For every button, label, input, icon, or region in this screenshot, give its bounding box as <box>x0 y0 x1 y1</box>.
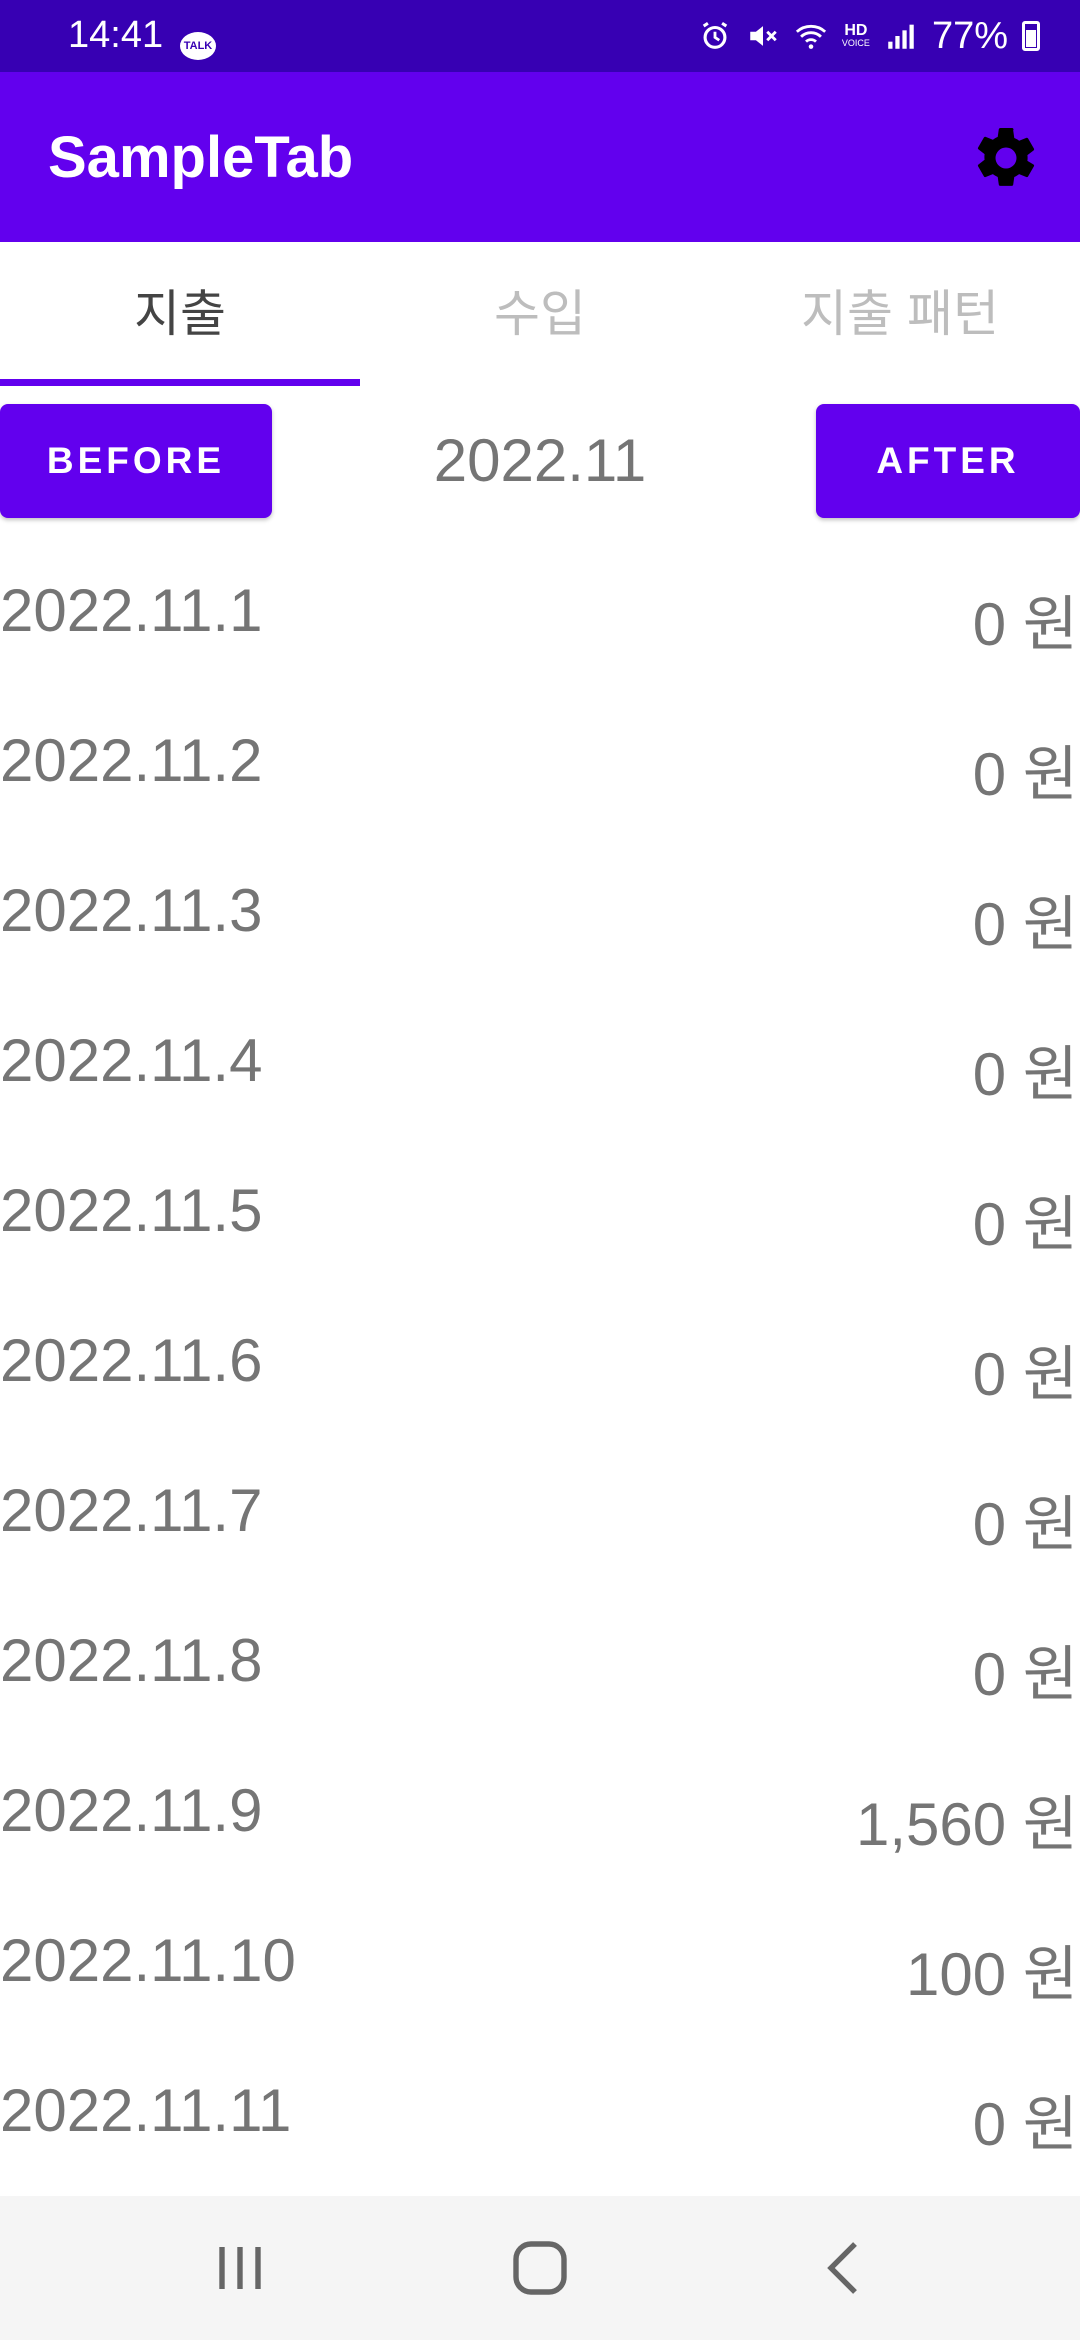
entry-amount: 0 원 <box>972 741 1078 808</box>
status-icons: HD VOICE 77% <box>698 14 1040 58</box>
recent-apps-icon[interactable] <box>204 2232 276 2304</box>
entry-amount: 0 원 <box>972 1041 1078 1108</box>
before-button[interactable]: BEFORE <box>0 404 272 518</box>
entry-date: 2022.11.2 <box>0 727 263 794</box>
gear-icon[interactable] <box>970 122 1042 194</box>
entry-date: 2022.11.11 <box>0 2077 292 2144</box>
system-nav-bar <box>0 2196 1080 2340</box>
list-item[interactable]: 2022.11.9 1,560 원 <box>0 1738 1080 1888</box>
list-item[interactable]: 2022.11.7 0 원 <box>0 1438 1080 1588</box>
app-bar: SampleTab <box>0 72 1080 242</box>
tab-expense[interactable]: 지출 <box>0 242 360 386</box>
entry-date: 2022.11.7 <box>0 1477 263 1544</box>
kakaotalk-notification-icon: TALK <box>180 32 216 60</box>
entry-amount: 0 원 <box>972 1491 1078 1558</box>
tab-income[interactable]: 수입 <box>360 242 720 386</box>
list-item[interactable]: 2022.11.2 0 원 <box>0 688 1080 838</box>
entry-date: 2022.11.8 <box>0 1627 263 1694</box>
tab-expense-pattern[interactable]: 지출 패턴 <box>720 242 1080 386</box>
entry-amount: 0 원 <box>972 1191 1078 1258</box>
entry-date: 2022.11.6 <box>0 1327 263 1394</box>
entry-amount: 1,560 원 <box>855 1791 1078 1858</box>
entry-amount: 0 원 <box>972 1341 1078 1408</box>
entry-date: 2022.11.10 <box>0 1927 296 1994</box>
entry-amount: 0 원 <box>972 891 1078 958</box>
list-item[interactable]: 2022.11.1 0 원 <box>0 538 1080 688</box>
entry-amount: 0 원 <box>972 2091 1078 2158</box>
list-item[interactable]: 2022.11.8 0 원 <box>0 1588 1080 1738</box>
entry-date: 2022.11.3 <box>0 877 263 944</box>
list-item[interactable]: 2022.11.10 100 원 <box>0 1888 1080 2038</box>
entry-date: 2022.11.4 <box>0 1027 263 1094</box>
entry-amount: 0 원 <box>972 1641 1078 1708</box>
list-item[interactable]: 2022.11.5 0 원 <box>0 1138 1080 1288</box>
entry-date: 2022.11.5 <box>0 1177 263 1244</box>
wifi-icon <box>795 24 827 49</box>
list-item[interactable]: 2022.11.4 0 원 <box>0 988 1080 1138</box>
app-title: SampleTab <box>48 125 354 190</box>
hd-label: HD <box>844 22 868 39</box>
entry-amount: 100 원 <box>906 1941 1078 2008</box>
hd-voice-icon: HD VOICE <box>841 22 870 49</box>
tab-indicator <box>0 379 360 386</box>
status-bar: 14:41 TALK HD VOICE 77% <box>0 0 1080 72</box>
list-item[interactable]: 2022.11.11 0 원 <box>0 2038 1080 2188</box>
entry-date: 2022.11.9 <box>0 1777 263 1844</box>
battery-icon <box>1022 21 1040 51</box>
back-icon[interactable] <box>810 2232 882 2304</box>
alarm-icon <box>702 21 728 49</box>
status-time: 14:41 <box>68 14 164 56</box>
home-icon[interactable] <box>504 2232 576 2304</box>
battery-percent: 77% <box>931 14 1008 57</box>
after-button[interactable]: AFTER <box>816 404 1080 518</box>
list-item[interactable]: 2022.11.6 0 원 <box>0 1288 1080 1438</box>
entry-date: 2022.11.1 <box>0 577 263 644</box>
list-item[interactable]: 2022.11.3 0 원 <box>0 838 1080 988</box>
current-month: 2022.11 <box>433 427 647 494</box>
signal-icon <box>888 24 914 49</box>
tab-bar: 지출 수입 지출 패턴 <box>0 242 1080 386</box>
mute-icon <box>750 26 777 46</box>
entry-amount: 0 원 <box>972 591 1078 658</box>
voice-label: VOICE <box>841 38 870 48</box>
daily-expense-list: 2022.11.1 0 원 2022.11.2 0 원 2022.11.3 0 원 2… <box>0 538 1080 2188</box>
